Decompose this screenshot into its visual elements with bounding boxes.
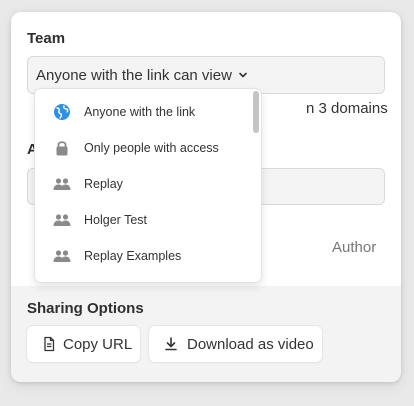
dropdown-item-holger-test[interactable]: Holger Test xyxy=(35,202,251,238)
download-video-button[interactable]: Download as video xyxy=(149,326,322,362)
team-icon xyxy=(53,214,71,226)
sharing-options-heading: Sharing Options xyxy=(27,300,144,317)
dropdown-item-label: Replay xyxy=(84,177,123,191)
globe-icon xyxy=(54,104,70,120)
download-icon xyxy=(165,337,177,351)
dropdown-item-label: Holger Test xyxy=(84,213,147,227)
download-video-label: Download as video xyxy=(187,335,314,353)
dropdown-item-only-people-with-access[interactable]: Only people with access xyxy=(35,130,251,166)
team-icon xyxy=(53,250,71,262)
copy-url-button[interactable]: Copy URL xyxy=(27,326,140,362)
team-heading: Team xyxy=(27,30,66,47)
dropdown-item-replay[interactable]: Replay xyxy=(35,166,251,202)
domains-note: n 3 domains xyxy=(306,100,388,117)
access-dropdown-menu: Anyone with the link Only people with ac… xyxy=(35,89,261,282)
dropdown-item-label: Only people with access xyxy=(84,141,219,155)
dropdown-scrollbar[interactable] xyxy=(253,91,259,133)
dropdown-item-label: Replay Examples xyxy=(84,249,182,263)
document-icon xyxy=(44,336,55,352)
copy-url-label: Copy URL xyxy=(63,335,133,353)
chevron-down-icon xyxy=(239,72,247,78)
lock-icon xyxy=(56,141,68,156)
dropdown-item-anyone-with-link[interactable]: Anyone with the link xyxy=(35,94,251,130)
dropdown-item-label: Anyone with the link xyxy=(84,105,196,119)
author-label: Author xyxy=(332,239,377,256)
access-select-value: Anyone with the link can view xyxy=(36,66,232,84)
dropdown-item-replay-examples[interactable]: Replay Examples xyxy=(35,238,251,274)
team-icon xyxy=(53,178,71,190)
sharing-options-panel: Sharing Options Copy URL Download as vid… xyxy=(11,286,401,382)
